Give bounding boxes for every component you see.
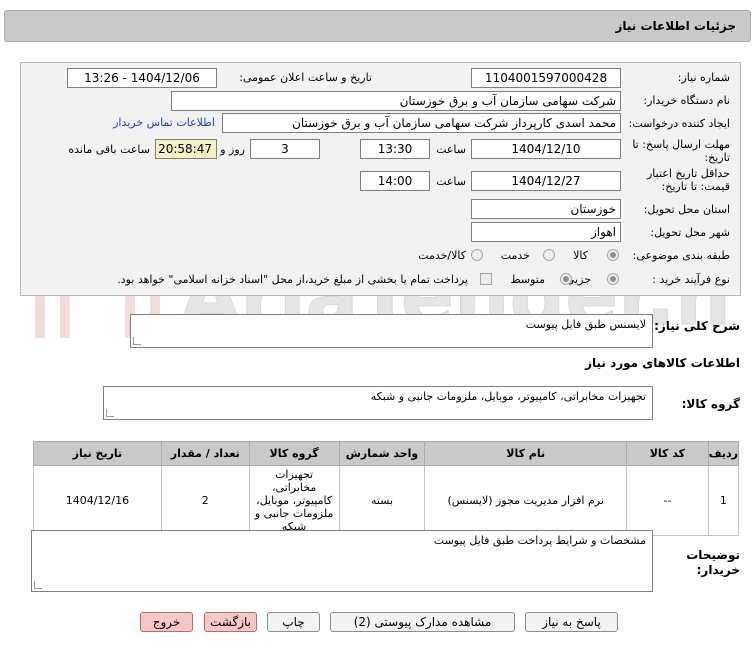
category-goods-service-radio[interactable] <box>471 249 483 261</box>
days-remaining-field[interactable]: 3 <box>250 139 320 159</box>
cell-quantity: 2 <box>160 465 250 536</box>
col-row: ردیف <box>707 441 740 466</box>
buyer-notes-field[interactable]: مشخصات و شرایط پرداخت طبق فایل پیوست <box>31 530 653 592</box>
deadline-label-date: تاریخ: <box>704 151 730 164</box>
need-summary-label: شرح کلی نیاز: <box>654 319 740 333</box>
deadline-time-field[interactable]: 13:30 <box>360 139 430 159</box>
cell-group: تجهیزات مخابراتی، کامپیوتر، موبایل، ملزو… <box>248 465 340 536</box>
resize-grip-icon[interactable] <box>133 337 141 345</box>
col-code: کد کالا <box>625 441 709 466</box>
table-header-row: ردیف کد کالا نام کالا واحد شمارش گروه کا… <box>33 441 740 466</box>
need-number-field[interactable]: 1104001597000428 <box>471 68 621 88</box>
buyer-contact-link[interactable]: اطلاعات تماس خریدار <box>113 116 215 129</box>
buyer-name-field[interactable]: شرکت سهامی سازمان آب و برق خوزستان <box>171 91 621 111</box>
buyer-notes-label-2: خریدار: <box>696 563 740 577</box>
need-number-label: شماره نیاز: <box>677 71 730 84</box>
announce-date-label: تاریخ و ساعت اعلان عمومی: <box>239 71 372 84</box>
validity-time-label: ساعت <box>436 175 466 188</box>
remaining-time-label: ساعت باقی مانده <box>68 143 150 156</box>
page-header: جزئیات اطلاعات نیاز <box>0 0 755 52</box>
treasury-payment-checkbox[interactable] <box>480 273 492 285</box>
resize-grip-icon[interactable] <box>106 409 114 417</box>
print-button[interactable]: چاپ <box>267 612 320 632</box>
city-field[interactable]: اهواز <box>471 222 621 242</box>
buyer-notes-text: مشخصات و شرایط پرداخت طبق فایل پیوست <box>433 534 646 547</box>
cell-need-date: 1404/12/16 <box>33 465 162 536</box>
validity-time-field[interactable]: 14:00 <box>360 171 430 191</box>
creator-field[interactable]: محمد اسدی کارپرداز شرکت سهامی سازمان آب … <box>222 113 621 133</box>
category-service-radio[interactable] <box>543 249 555 261</box>
need-summary-text: لایسنس طبق فایل پیوست <box>525 318 646 331</box>
col-group: گروه کالا <box>248 441 340 466</box>
category-goods-radio[interactable] <box>607 249 619 261</box>
deadline-date-field[interactable]: 1404/12/10 <box>471 139 621 159</box>
buyer-name-label: نام دستگاه خریدار: <box>643 94 730 107</box>
header-bar: جزئیات اطلاعات نیاز <box>4 10 751 42</box>
reply-button[interactable]: پاسخ به نیاز <box>525 612 618 632</box>
goods-group-label: گروه کالا: <box>681 397 740 411</box>
process-medium-radio[interactable] <box>560 273 572 285</box>
deadline-time-label: ساعت <box>436 143 466 156</box>
category-goods-label: کالا <box>573 249 588 262</box>
category-goods-service-label: کالا/خدمت <box>418 249 466 262</box>
treasury-payment-note: پرداخت تمام یا بخشی از مبلغ خرید،از محل … <box>117 273 468 286</box>
process-medium-label: متوسط <box>510 273 545 286</box>
city-label: شهر محل تحویل: <box>650 226 730 239</box>
days-label: روز و <box>220 143 245 156</box>
resize-grip-icon[interactable] <box>34 581 42 589</box>
process-small-radio[interactable] <box>607 273 619 285</box>
cell-name: نرم افزار مدیریت مجوز (لایسنس) <box>424 465 627 536</box>
exit-button[interactable]: خروج <box>140 612 193 632</box>
need-summary-field[interactable]: لایسنس طبق فایل پیوست <box>130 314 653 348</box>
deadline-label: مهلت ارسال پاسخ: تا <box>632 138 730 151</box>
buyer-notes-label: توضیحات <box>686 548 740 562</box>
remaining-time-field: 20:58:47 <box>155 139 217 159</box>
province-label: استان محل تحویل: <box>643 203 730 216</box>
goods-section-title: اطلاعات کالاهای مورد نیاز <box>585 356 740 370</box>
cell-unit: بسته <box>338 465 426 536</box>
process-type-label: نوع فرآیند خرید : <box>652 273 730 286</box>
table-row[interactable]: 1 -- نرم افزار مدیریت مجوز (لایسنس) بسته… <box>33 465 740 536</box>
goods-group-field[interactable]: تجهیزات مخابراتی، کامپیوتر، موبایل، ملزو… <box>103 386 653 420</box>
announce-date-field[interactable]: 1404/12/06 - 13:26 <box>67 68 217 88</box>
validity-label-date: قیمت: تا تاریخ: <box>661 180 730 193</box>
cell-row: 1 <box>707 465 740 536</box>
col-need-date: تاریخ نیاز <box>33 441 162 466</box>
category-label: طبقه بندی موضوعی: <box>632 249 730 262</box>
validity-date-field[interactable]: 1404/12/27 <box>471 171 621 191</box>
back-button[interactable]: بازگشت <box>204 612 257 632</box>
col-name: نام کالا <box>424 441 627 466</box>
validity-label: حداقل تاریخ اعتبار <box>646 167 730 180</box>
category-service-label: خدمت <box>500 249 530 262</box>
view-attachments-button[interactable]: مشاهده مدارک پیوستی (2) <box>330 612 515 632</box>
cell-code: -- <box>625 465 709 536</box>
goods-table: ردیف کد کالا نام کالا واحد شمارش گروه کا… <box>33 441 740 536</box>
creator-label: ایجاد کننده درخواست: <box>628 117 730 130</box>
province-field[interactable]: خوزستان <box>471 199 621 219</box>
page-title: جزئیات اطلاعات نیاز <box>615 19 736 33</box>
goods-group-text: تجهیزات مخابراتی، کامپیوتر، موبایل، ملزو… <box>370 390 646 403</box>
col-unit: واحد شمارش <box>338 441 426 466</box>
col-quantity: تعداد / مقدار <box>160 441 250 466</box>
